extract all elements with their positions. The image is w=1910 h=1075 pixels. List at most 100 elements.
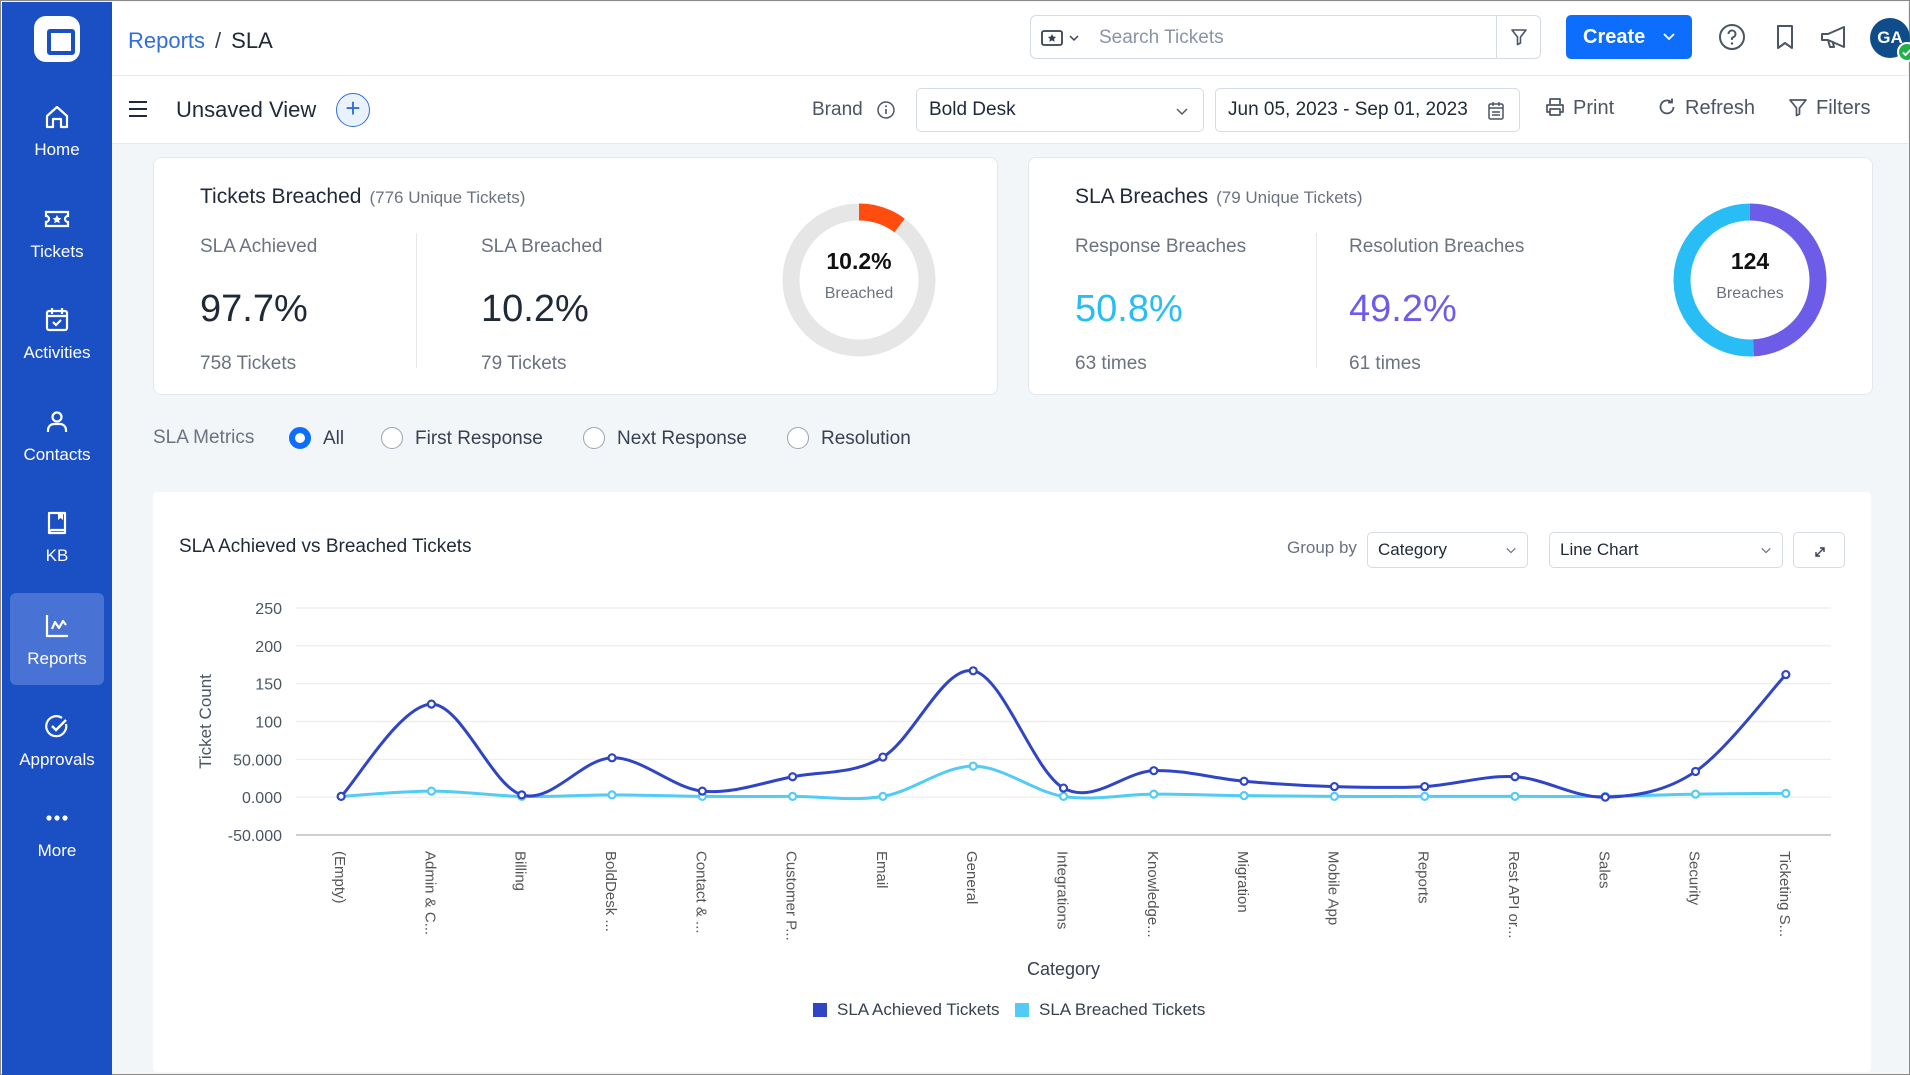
legend-swatch — [813, 1003, 827, 1017]
search-input[interactable] — [1099, 24, 1459, 52]
ticket-icon — [44, 210, 70, 228]
refresh-button[interactable]: Refresh — [1657, 97, 1755, 120]
data-point[interactable] — [1510, 791, 1520, 802]
divider — [1316, 233, 1317, 368]
kpi-value: 50.8% — [1075, 288, 1183, 330]
radio-button[interactable] — [381, 427, 403, 449]
data-point[interactable] — [1781, 788, 1791, 798]
data-point[interactable] — [878, 791, 888, 802]
user-avatar[interactable]: GA — [1870, 18, 1910, 62]
legend-item[interactable]: SLA Achieved Tickets — [837, 1000, 1000, 1019]
radio-label: All — [323, 428, 345, 449]
sidebar-item-home[interactable]: Home — [10, 84, 104, 176]
sidebar-item-kb[interactable]: KB — [10, 490, 104, 582]
date-range-picker[interactable]: Jun 05, 2023 - Sep 01, 2023 — [1215, 88, 1520, 132]
data-point[interactable] — [336, 791, 346, 802]
x-tick-label: (Empty) — [331, 851, 348, 904]
data-point[interactable] — [426, 786, 437, 796]
bookmark-icon[interactable] — [1770, 22, 1800, 52]
data-point[interactable] — [1149, 789, 1159, 799]
app-logo[interactable] — [34, 16, 80, 62]
data-point[interactable] — [878, 752, 888, 762]
data-point[interactable] — [1239, 791, 1249, 801]
sidebar-item-reports[interactable]: Reports — [10, 593, 104, 685]
breadcrumb-reports-link[interactable]: Reports — [128, 28, 205, 53]
date-range-value: Jun 05, 2023 - Sep 01, 2023 — [1228, 99, 1468, 120]
data-point[interactable] — [1058, 783, 1069, 793]
filter-icon — [1511, 29, 1527, 46]
data-point[interactable] — [1781, 669, 1791, 680]
tickets-breached-card: Tickets Breached (776 Unique Tickets) SLA… — [153, 157, 998, 395]
sidebar-item-label: Approvals — [19, 750, 95, 769]
radio-button[interactable] — [787, 427, 809, 449]
brand-dropdown[interactable]: Bold Desk — [916, 88, 1204, 132]
data-point[interactable] — [607, 753, 617, 763]
add-view-button[interactable]: + — [336, 93, 370, 127]
radio-resolution[interactable]: Resolution — [787, 427, 911, 450]
data-point[interactable] — [1149, 766, 1159, 776]
sidebar-item-approvals[interactable]: Approvals — [10, 694, 104, 786]
help-icon[interactable] — [1717, 22, 1747, 52]
menu-icon[interactable] — [128, 100, 148, 118]
data-point[interactable] — [1420, 791, 1430, 802]
brand-value: Bold Desk — [929, 99, 1016, 120]
data-point[interactable] — [1690, 766, 1701, 777]
data-point[interactable] — [1600, 792, 1610, 802]
sla-breaches-card: SLA Breaches (79 Unique Tickets) Response… — [1028, 157, 1873, 395]
view-name: Unsaved View — [176, 97, 317, 122]
data-point[interactable] — [1058, 791, 1069, 802]
radio-button[interactable] — [583, 427, 605, 449]
data-point[interactable] — [1690, 789, 1701, 799]
radio-next-response[interactable]: Next Response — [583, 427, 747, 450]
info-icon[interactable] — [876, 100, 896, 120]
print-label: Print — [1573, 97, 1615, 119]
sidebar-item-activities[interactable]: Activities — [10, 287, 104, 379]
search-box — [1030, 15, 1541, 59]
data-point[interactable] — [1420, 781, 1430, 792]
sla-achieved-kpi: SLA Achieved 97.7% 758 Tickets — [200, 236, 317, 375]
filters-button[interactable]: Filters — [1788, 97, 1870, 120]
radio-button-selected[interactable] — [289, 427, 311, 449]
radio-all[interactable]: All — [289, 427, 344, 450]
data-point[interactable] — [788, 772, 798, 782]
data-point[interactable] — [788, 791, 798, 802]
search-filter-button[interactable] — [1496, 16, 1540, 58]
sidebar-item-contacts[interactable]: Contacts — [10, 389, 104, 481]
data-point[interactable] — [968, 761, 978, 771]
sidebar-item-more[interactable]: More — [10, 785, 104, 877]
sidebar-item-tickets[interactable]: Tickets — [10, 186, 104, 278]
kpi-value: 97.7% — [200, 288, 308, 330]
announcement-icon[interactable] — [1818, 22, 1852, 52]
data-point[interactable] — [1239, 776, 1249, 786]
calendar-icon — [45, 308, 69, 332]
sla-metrics-label: SLA Metrics — [153, 427, 255, 448]
legend-item[interactable]: SLA Breached Tickets — [1039, 1000, 1205, 1019]
divider — [416, 233, 417, 368]
radio-first-response[interactable]: First Response — [381, 427, 543, 450]
data-point[interactable] — [697, 786, 707, 796]
kpi-value: 10.2% — [481, 288, 589, 330]
line-chart: 250 200 150 100 50.000 0.000 -50.000 Ticket Cou… — [196, 601, 1831, 1019]
printer-icon — [1546, 98, 1564, 116]
donut-center: 10.2% Breached — [779, 200, 939, 303]
data-point[interactable] — [1510, 772, 1520, 782]
data-point[interactable] — [607, 790, 617, 800]
chevron-down-icon — [1176, 108, 1188, 115]
create-label: Create — [1583, 25, 1646, 48]
unique-tickets-count: (776 Unique Tickets) — [369, 188, 526, 207]
y-tick-label: 0.000 — [242, 790, 282, 807]
data-point[interactable] — [1329, 781, 1339, 792]
data-point[interactable] — [968, 666, 978, 676]
data-point[interactable] — [1329, 791, 1339, 802]
ticket-type-dropdown-icon[interactable] — [1041, 28, 1083, 48]
data-point[interactable] — [517, 790, 527, 800]
data-point[interactable] — [426, 699, 437, 709]
create-button[interactable]: Create — [1566, 15, 1692, 59]
print-button[interactable]: Print — [1545, 97, 1614, 120]
kpi-count: 758 Tickets — [200, 353, 297, 374]
x-axis-label: Category — [1027, 959, 1100, 979]
y-tick-label: 250 — [255, 601, 282, 618]
kpi-label: Resolution Breaches — [1349, 236, 1525, 257]
kpi-count: 63 times — [1075, 353, 1147, 374]
book-icon — [47, 511, 67, 535]
